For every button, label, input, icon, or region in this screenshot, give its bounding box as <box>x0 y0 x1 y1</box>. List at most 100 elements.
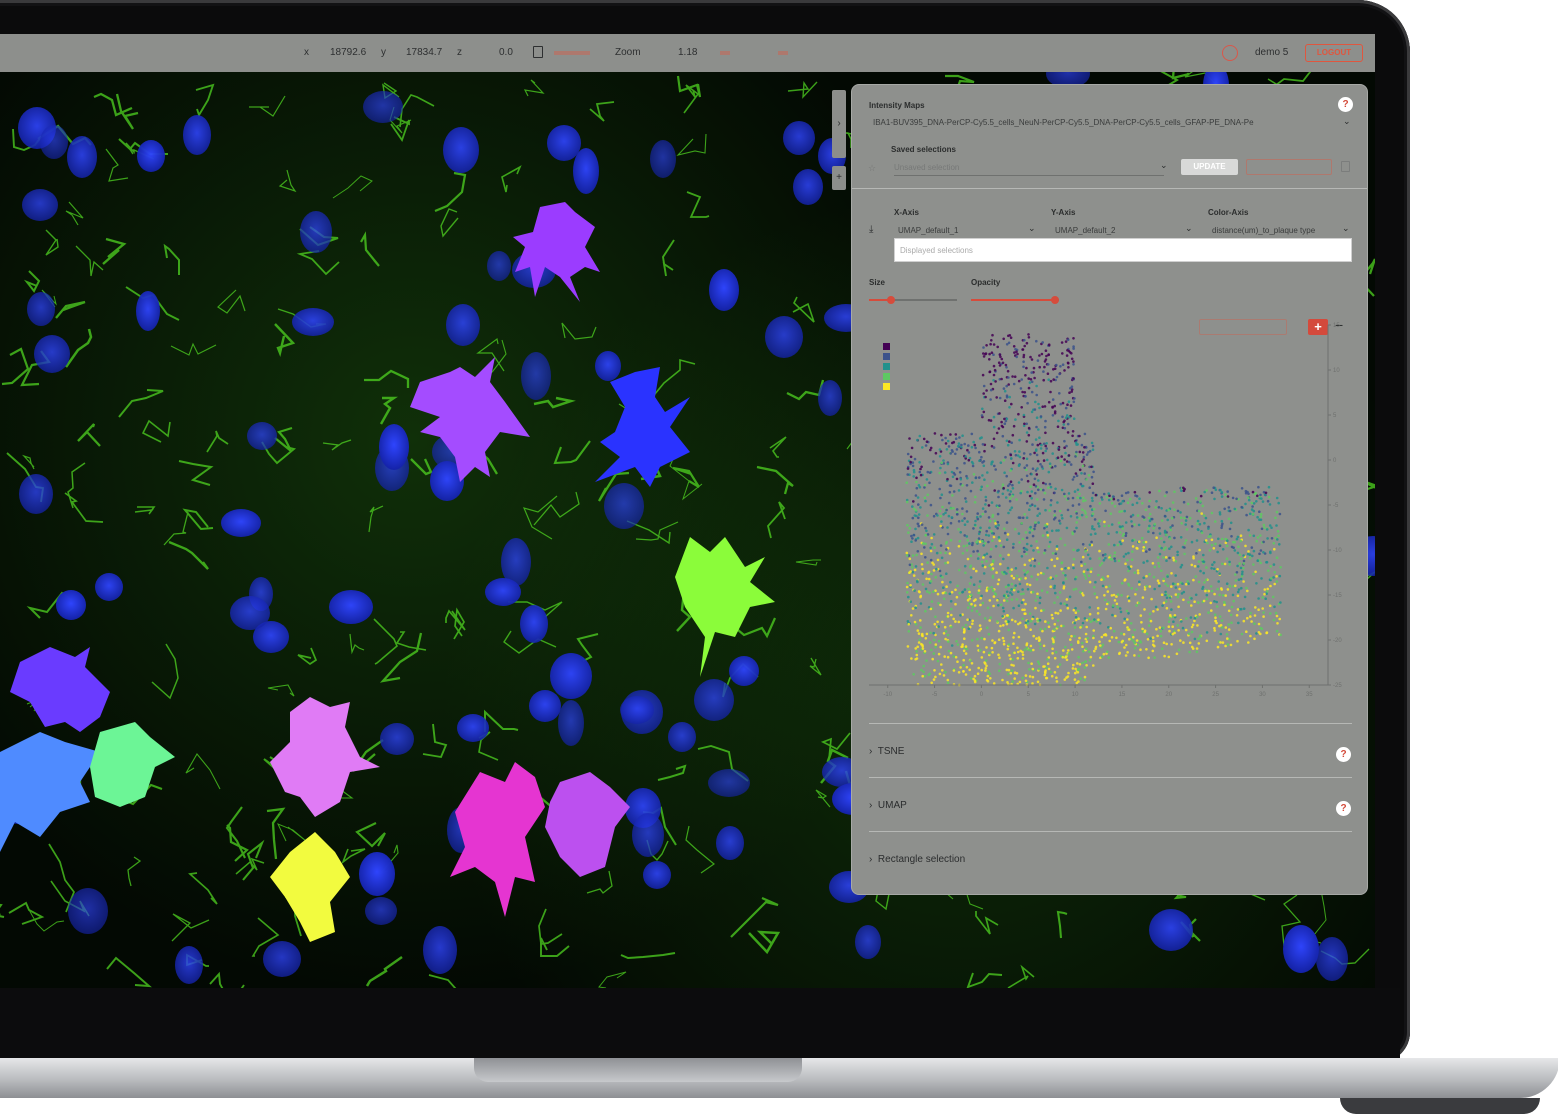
scatter-point <box>1259 493 1262 497</box>
scatter-point <box>934 643 938 646</box>
chevron-down-icon[interactable]: ⌄ <box>1185 223 1193 234</box>
scatter-point <box>957 520 961 523</box>
scatter-point <box>1008 497 1012 500</box>
zoom-out-button[interactable] <box>720 51 730 55</box>
scatter-point <box>1002 486 1005 490</box>
scatter-point <box>1087 474 1091 477</box>
chevron-down-icon[interactable]: ⌄ <box>1028 223 1036 234</box>
scatter-point <box>973 501 977 504</box>
color-axis-select[interactable]: distance(um)_to_plaque type <box>1212 226 1337 235</box>
scatter-point <box>1071 434 1074 438</box>
scatter-point <box>934 615 937 619</box>
neurite-fiber <box>75 245 104 277</box>
saved-selections-select[interactable]: Unsaved selection <box>894 163 1164 176</box>
neurite-fiber <box>538 908 563 945</box>
displayed-selections-input[interactable]: Displayed selections <box>894 238 1352 262</box>
cell-shape[interactable] <box>270 832 350 942</box>
scatter-point <box>1171 524 1174 527</box>
scatter-point <box>1167 594 1171 598</box>
scatter-point <box>1183 516 1186 520</box>
scatter-point <box>1013 586 1016 590</box>
scatter-point <box>952 655 956 658</box>
cell-shape[interactable] <box>10 647 110 732</box>
scatter-point <box>1084 549 1087 553</box>
cell-shape[interactable] <box>90 722 175 807</box>
scatter-point <box>985 529 988 533</box>
scatter-point <box>938 448 942 451</box>
scatter-point <box>1007 643 1011 646</box>
question-icon[interactable]: ? <box>1336 747 1351 762</box>
chevron-down-icon[interactable]: ⌄ <box>1160 160 1168 171</box>
cell-shape[interactable] <box>0 732 100 852</box>
collapse-panel-button[interactable]: › <box>832 90 846 158</box>
scatter-point <box>1170 572 1173 575</box>
scatter-point <box>991 562 994 566</box>
update-button[interactable]: UPDATE <box>1181 159 1238 175</box>
accordion-tsne[interactable]: › TSNE <box>869 746 904 757</box>
scatter-point <box>1224 644 1227 648</box>
scatter-point <box>1060 488 1064 492</box>
trash-icon[interactable] <box>1341 161 1350 172</box>
scatter-point <box>1239 577 1243 581</box>
scatter-point <box>1170 643 1173 646</box>
scatter-point <box>968 590 971 594</box>
opacity-slider-knob[interactable] <box>1050 296 1059 304</box>
question-icon[interactable]: ? <box>1338 97 1353 112</box>
download-icon[interactable]: ⤓ <box>869 224 873 235</box>
scatter-point <box>938 569 942 573</box>
logout-button[interactable]: LOGOUT <box>1305 44 1363 62</box>
cell-shape[interactable] <box>513 202 600 302</box>
create-new-button[interactable] <box>1246 159 1332 175</box>
add-panel-button[interactable]: + <box>832 166 846 190</box>
umap-scatter-chart[interactable]: -10 -5 0 5 10 15 20 25 30 35151050-5-10-15-20-25 <box>852 310 1368 700</box>
chevron-down-icon[interactable]: ⌄ <box>1343 116 1351 127</box>
scatter-point <box>1067 671 1070 675</box>
scatter-point <box>1204 516 1208 520</box>
cell-shape[interactable] <box>545 772 630 877</box>
scatter-point <box>1063 492 1066 496</box>
x-axis-select[interactable]: UMAP_default_1 <box>898 226 1028 235</box>
user-circle-icon[interactable] <box>1222 45 1238 61</box>
scatter-point <box>1172 556 1175 560</box>
scatter-point <box>1242 580 1245 583</box>
scatter-point <box>1237 621 1240 625</box>
question-icon[interactable]: ? <box>1336 801 1351 816</box>
zoom-in-button[interactable] <box>778 51 788 55</box>
scatter-point <box>1029 355 1032 359</box>
scatter-point <box>1026 570 1030 573</box>
scatter-point <box>1175 652 1179 656</box>
scatter-point <box>956 660 959 663</box>
scatter-point <box>1165 491 1168 494</box>
scatter-point <box>1119 502 1123 505</box>
y-axis-label: Y-Axis <box>1051 208 1076 217</box>
scatter-point <box>1274 611 1278 615</box>
scatter-point <box>1205 566 1208 569</box>
scatter-point <box>1127 612 1130 615</box>
cell-shape[interactable] <box>675 537 775 677</box>
size-slider-knob[interactable] <box>887 296 895 304</box>
accordion-umap[interactable]: › UMAP <box>869 800 907 811</box>
star-icon[interactable]: ☆ <box>868 163 876 174</box>
cell-shape[interactable] <box>450 762 545 917</box>
intensity-maps-select[interactable]: IBA1-BUV395_DNA-PerCP-Cy5.5_cells_NeuN-P… <box>873 118 1337 127</box>
scatter-point <box>1002 527 1006 530</box>
scatter-point <box>1104 633 1107 636</box>
copy-link-text[interactable] <box>554 51 590 55</box>
scatter-point <box>1118 652 1121 656</box>
scatter-point <box>1049 390 1052 394</box>
scatter-point <box>1091 448 1095 451</box>
chevron-down-icon[interactable]: ⌄ <box>1342 223 1350 234</box>
y-axis-select[interactable]: UMAP_default_2 <box>1055 226 1185 235</box>
scatter-point <box>1049 465 1052 468</box>
scatter-point <box>1072 337 1075 340</box>
scatter-point <box>1240 505 1243 509</box>
scatter-point <box>1087 574 1091 577</box>
scatter-point <box>928 471 932 474</box>
y-value: 17834.7 <box>406 47 443 58</box>
scatter-point <box>1069 638 1072 641</box>
accordion-rectangle-selection[interactable]: › Rectangle selection <box>869 854 965 865</box>
scatter-point <box>986 626 989 629</box>
clipboard-icon[interactable] <box>533 46 543 58</box>
scatter-point <box>1033 376 1036 380</box>
scatter-point <box>932 514 936 518</box>
